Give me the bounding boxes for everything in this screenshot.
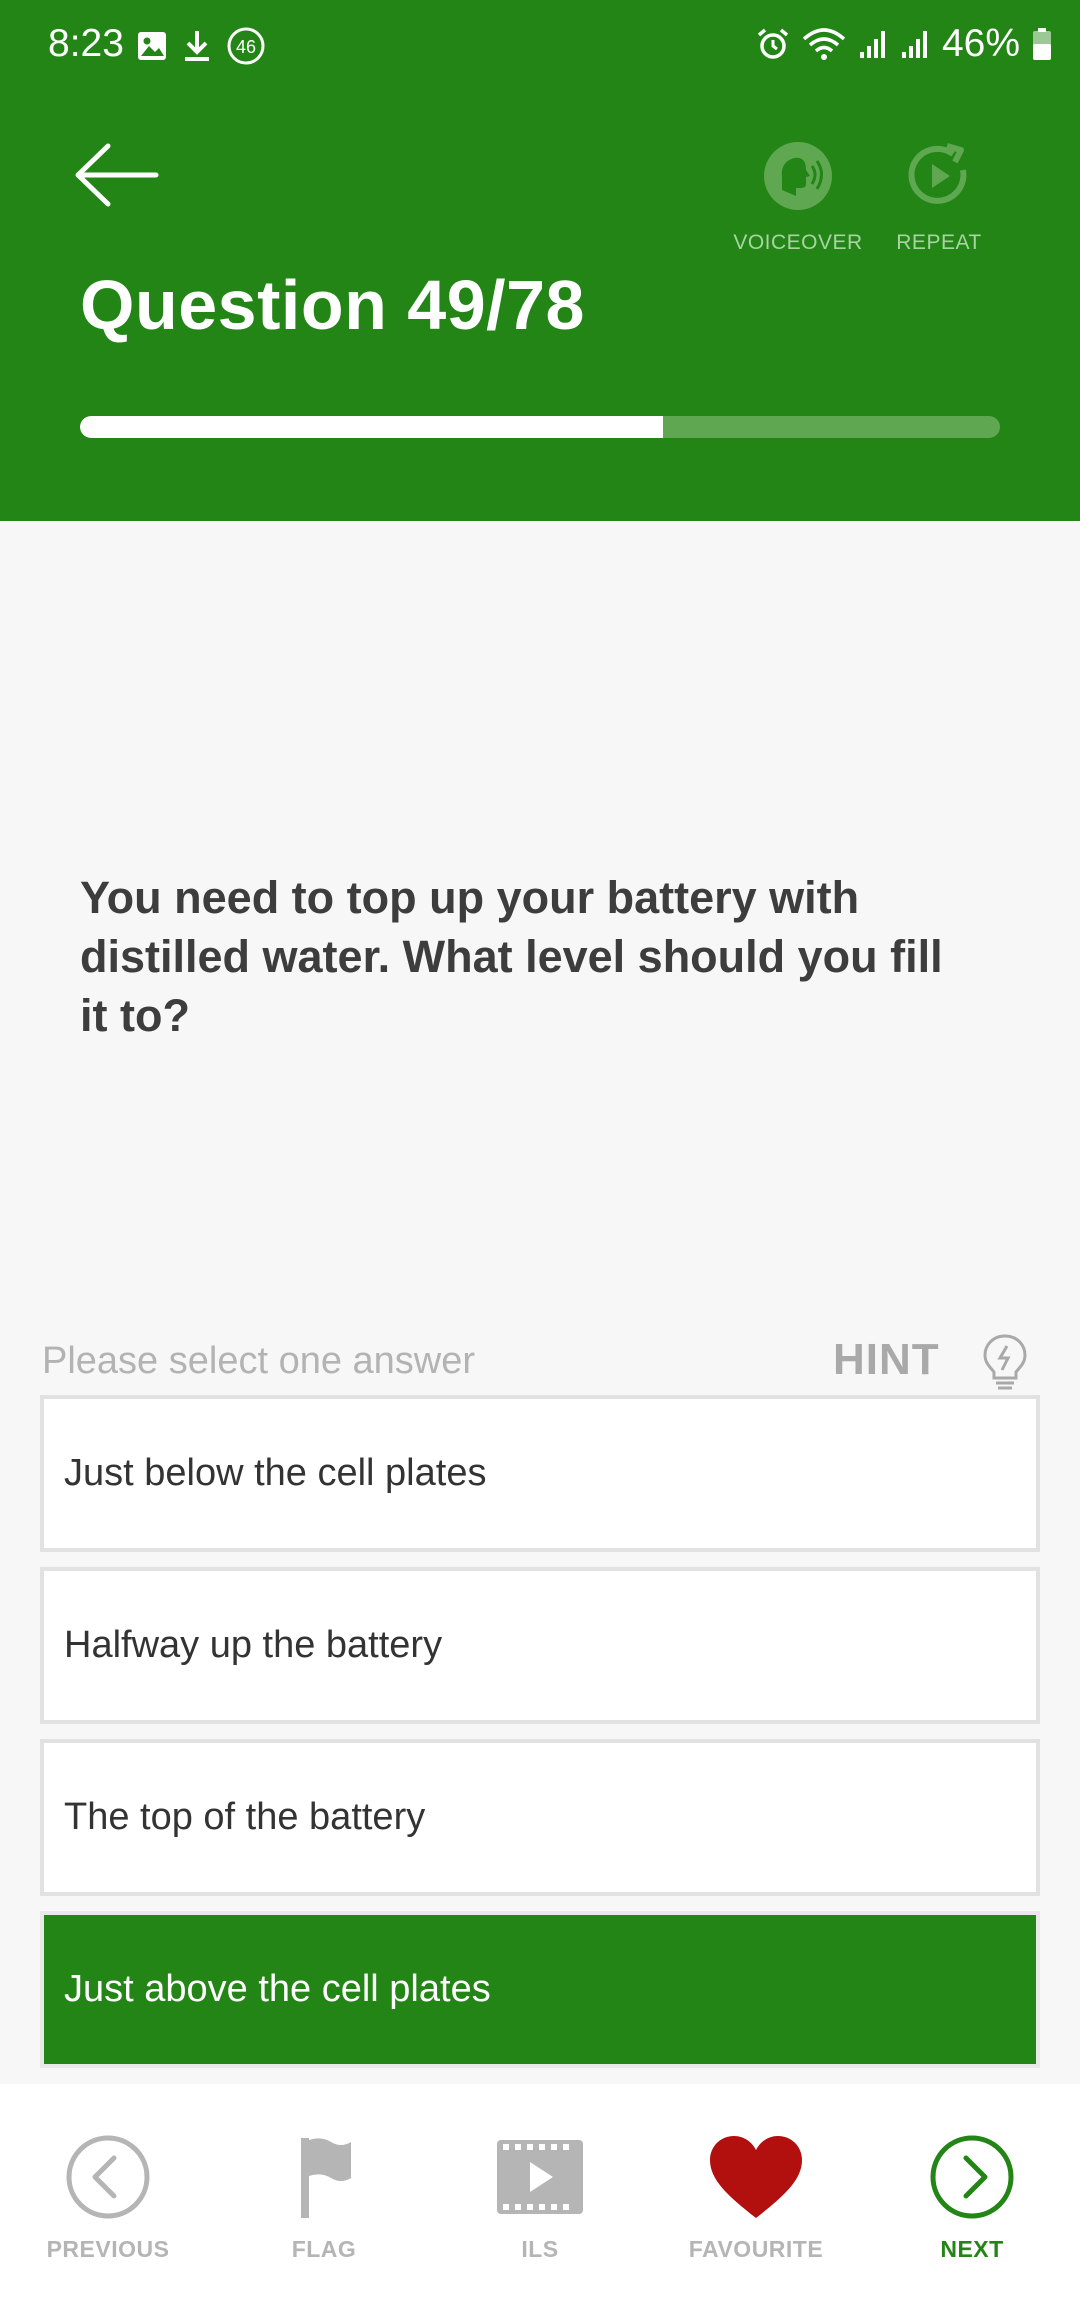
battery-icon xyxy=(1033,28,1051,60)
signal-icon xyxy=(901,31,927,58)
previous-label: PREVIOUS xyxy=(46,2236,170,2262)
previous-button[interactable]: PREVIOUS xyxy=(8,2134,208,2263)
next-label: NEXT xyxy=(940,2236,1004,2262)
status-time: 8:23 xyxy=(48,22,124,65)
heart-icon xyxy=(710,2136,802,2218)
answer-option-2[interactable]: Halfway up the battery xyxy=(40,1567,1040,1724)
repeat-icon xyxy=(908,143,967,204)
badge-46-text: 46 xyxy=(236,37,256,57)
progress-bar xyxy=(80,416,1000,438)
hint-button[interactable]: HINT xyxy=(833,1335,940,1385)
favourite-button[interactable]: FAVOURITE xyxy=(656,2134,856,2263)
status-bar: 8:23 46 46% xyxy=(0,0,1080,96)
flag-button[interactable]: FLAG xyxy=(224,2134,424,2263)
progress-bar-fill xyxy=(80,416,664,438)
answer-option-text: Halfway up the battery xyxy=(64,1624,443,1666)
status-icons-left: 46 xyxy=(136,26,266,66)
answer-option-text: The top of the battery xyxy=(64,1796,426,1838)
image-icon xyxy=(138,32,166,60)
bottom-navigation: PREVIOUS FLAG ILS FAVOURITE NEXT xyxy=(0,2084,1080,2316)
flag-label: FLAG xyxy=(291,2236,357,2262)
chevron-right-circle-icon xyxy=(930,2135,1014,2219)
chevron-left-circle-icon xyxy=(66,2135,150,2219)
download-icon xyxy=(185,31,209,61)
status-icons-right: 46% xyxy=(756,22,1052,66)
battery-percent: 46% xyxy=(941,22,1020,65)
flag-icon xyxy=(301,2138,351,2218)
signal-icon xyxy=(859,31,885,58)
answer-option-text: Just above the cell plates xyxy=(64,1968,491,2010)
wifi-icon xyxy=(802,28,846,60)
answer-option-3[interactable]: The top of the battery xyxy=(40,1739,1040,1896)
favourite-label: FAVOURITE xyxy=(688,2236,824,2262)
video-film-icon xyxy=(497,2140,583,2214)
next-button[interactable]: NEXT xyxy=(872,2134,1072,2263)
hint-button-icon[interactable] xyxy=(980,1332,1030,1392)
arrow-left-icon xyxy=(75,143,159,207)
back-button[interactable] xyxy=(72,140,168,220)
repeat-label: REPEAT xyxy=(896,231,982,254)
alarm-icon xyxy=(757,28,789,59)
question-counter-title: Question 49/78 xyxy=(80,266,585,344)
header: 8:23 46 46% VOICEOVER REPEAT Question 49… xyxy=(0,0,1080,521)
answer-option-text: Just below the cell plates xyxy=(64,1452,487,1494)
voiceover-icon xyxy=(764,142,832,210)
question-text: You need to top up your battery with dis… xyxy=(80,872,943,1041)
select-answer-prompt: Please select one answer xyxy=(42,1340,476,1382)
voiceover-button[interactable]: VOICEOVER xyxy=(733,140,863,270)
ils-button[interactable]: ILS xyxy=(440,2134,640,2263)
ils-label: ILS xyxy=(521,2236,559,2262)
lightbulb-icon xyxy=(983,1334,1027,1390)
repeat-button[interactable]: REPEAT xyxy=(874,140,1004,270)
answer-option-4-selected[interactable]: Just above the cell plates xyxy=(40,1911,1040,2068)
badge-46-icon: 46 xyxy=(227,27,265,65)
answer-option-1[interactable]: Just below the cell plates xyxy=(40,1395,1040,1552)
voiceover-label: VOICEOVER xyxy=(733,231,863,254)
